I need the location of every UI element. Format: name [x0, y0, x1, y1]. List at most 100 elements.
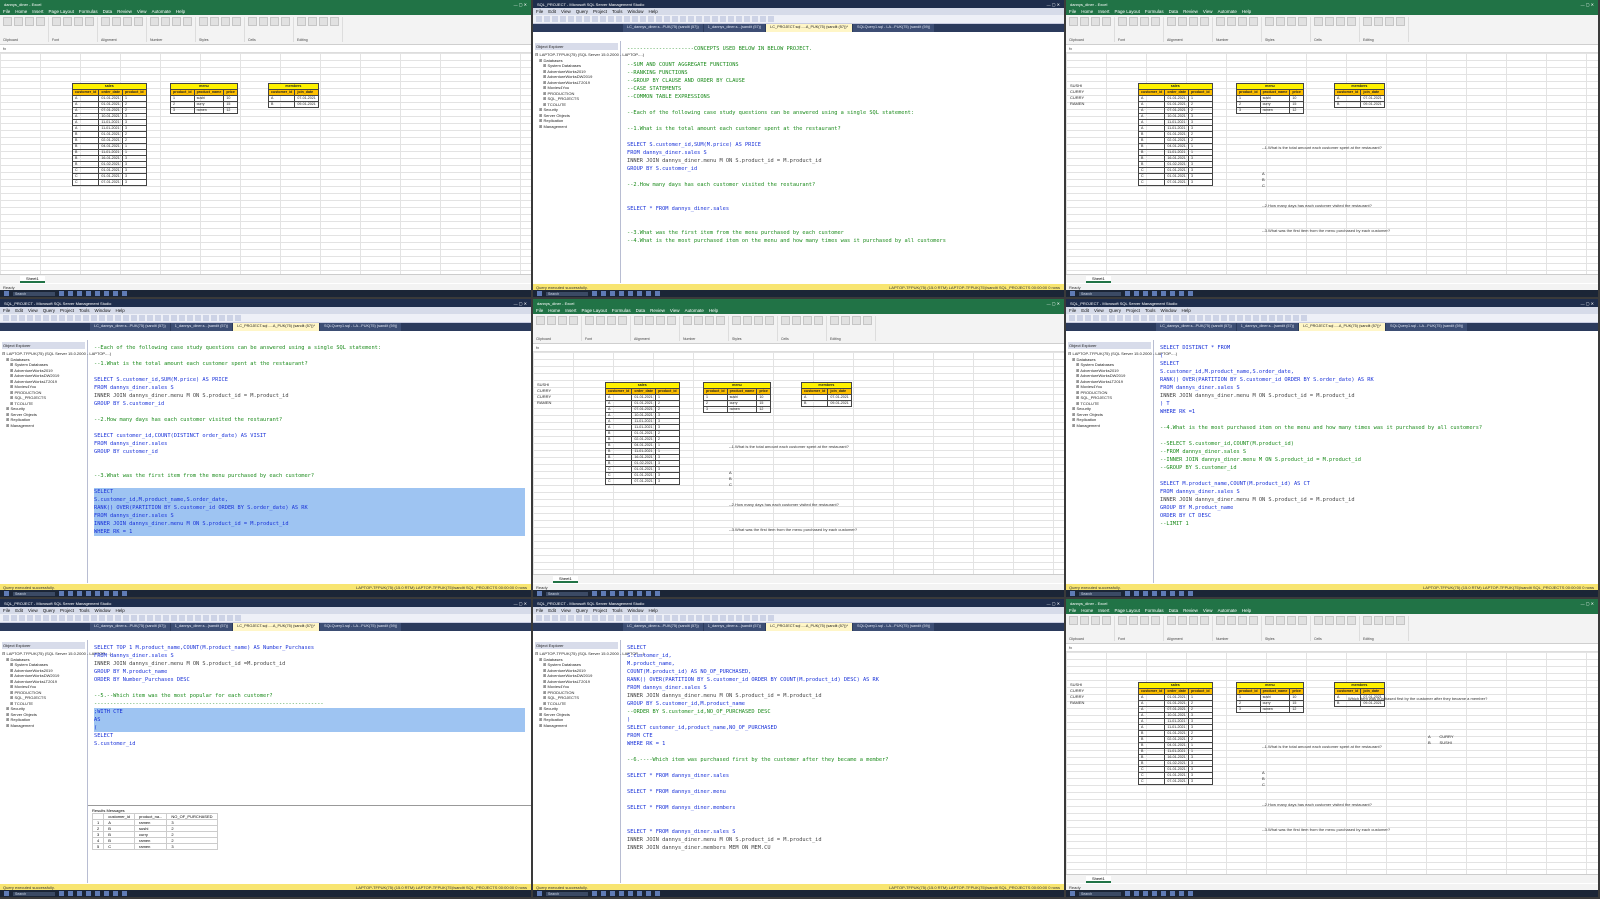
toolbar-button-icon[interactable]	[227, 315, 233, 321]
taskbar-app-icon[interactable]	[1161, 591, 1166, 596]
ribbon-button-icon[interactable]	[210, 17, 219, 26]
menu-item[interactable]: View	[561, 608, 571, 613]
ribbon-button-icon[interactable]	[1325, 17, 1334, 26]
windows-start-icon[interactable]	[4, 291, 9, 296]
ribbon-button-icon[interactable]	[1200, 616, 1209, 625]
toolbar-button-icon[interactable]	[1133, 315, 1139, 321]
editor-tab[interactable]: LC_dannys_diner.s...PUK(75) (sandit (57)…	[90, 623, 170, 631]
toolbar-button-icon[interactable]	[1229, 315, 1235, 321]
toolbar-button-icon[interactable]	[1285, 315, 1291, 321]
ribbon-button-icon[interactable]	[123, 17, 132, 26]
table-cell[interactable]: 11-01-2021	[1164, 119, 1189, 126]
toolbar-button-icon[interactable]	[688, 16, 694, 22]
toolbar-button-icon[interactable]	[752, 16, 758, 22]
ribbon-button-icon[interactable]	[1216, 17, 1225, 26]
toolbar-button-icon[interactable]	[704, 16, 710, 22]
ribbon-button-icon[interactable]	[1080, 616, 1089, 625]
taskbar-app-icon[interactable]	[1152, 591, 1157, 596]
ribbon-button-icon[interactable]	[221, 17, 230, 26]
table-cell[interactable]: 16-01-2021	[1164, 754, 1189, 761]
table-cell[interactable]: 01-01-2021	[1164, 700, 1189, 707]
table-cell[interactable]: 07-01-2021	[631, 478, 656, 485]
ribbon-button-icon[interactable]	[667, 316, 676, 325]
ribbon-button-icon[interactable]	[1189, 17, 1198, 26]
table-cell[interactable]: 11-01-2021	[98, 149, 123, 156]
menu-item[interactable]: View	[28, 608, 38, 613]
ribbon-tab[interactable]: Insert	[32, 9, 43, 14]
toolbar-button-icon[interactable]	[235, 315, 241, 321]
tree-node[interactable]: ⊞ Management	[535, 723, 618, 729]
table-cell[interactable]: 3	[1236, 107, 1261, 114]
table-cell[interactable]: 07-01-2021	[631, 406, 656, 413]
taskbar-app-icon[interactable]	[113, 891, 118, 896]
toolbar-button-icon[interactable]	[1237, 315, 1243, 321]
taskbar-app-icon[interactable]	[1188, 891, 1193, 896]
table-cell[interactable]: 04-01-2021	[98, 143, 123, 150]
toolbar-button-icon[interactable]	[131, 315, 137, 321]
table-cell[interactable]: 01-01-2021	[1164, 766, 1189, 773]
editor-tab[interactable]: SQLQuery1.sql - LA...PUK(75) (sandit (59…	[1386, 323, 1468, 331]
taskbar-app-icon[interactable]	[1161, 891, 1166, 896]
table-cell[interactable]: 09-01-2021	[294, 101, 319, 108]
taskbar-search[interactable]: Search	[546, 891, 588, 896]
table-cell[interactable]: 09-01-2021	[1360, 101, 1385, 108]
toolbar-button-icon[interactable]	[27, 615, 33, 621]
table-cell[interactable]: 11-01-2021	[98, 119, 123, 126]
taskbar-app-icon[interactable]	[113, 291, 118, 296]
taskbar-app-icon[interactable]	[122, 591, 127, 596]
table-cell[interactable]: 10-01-2021	[631, 412, 656, 419]
ribbon-button-icon[interactable]	[1140, 616, 1149, 625]
ribbon-button-icon[interactable]	[1200, 17, 1209, 26]
toolbar-button-icon[interactable]	[616, 615, 622, 621]
toolbar-button-icon[interactable]	[608, 16, 614, 22]
toolbar-button-icon[interactable]	[1301, 315, 1307, 321]
ribbon-button-icon[interactable]	[330, 17, 339, 26]
toolbar-button-icon[interactable]	[760, 16, 766, 22]
editor-tab[interactable]: LC_dannys_diner.s...PUK(75) (sandit (57)…	[623, 623, 703, 631]
taskbar-app-icon[interactable]	[1170, 591, 1175, 596]
ribbon-button-icon[interactable]	[1385, 616, 1394, 625]
table-cell[interactable]: 01-01-2021	[1164, 101, 1189, 108]
ribbon-button-icon[interactable]	[792, 316, 801, 325]
table-cell[interactable]: 3	[1187, 778, 1213, 785]
toolbar-button-icon[interactable]	[1157, 315, 1163, 321]
column-header[interactable]: order_date	[1164, 89, 1189, 96]
menu-item[interactable]: Query	[43, 608, 55, 613]
menu-item[interactable]: Edit	[548, 9, 556, 14]
toolbar-button-icon[interactable]	[1277, 315, 1283, 321]
ribbon-button-icon[interactable]	[150, 17, 159, 26]
table-cell[interactable]: 3	[170, 107, 195, 114]
toolbar-button-icon[interactable]	[1189, 315, 1195, 321]
column-header[interactable]: customer_id	[604, 388, 633, 395]
ribbon-button-icon[interactable]	[1396, 616, 1405, 625]
table-cell[interactable]: 04-01-2021	[1164, 143, 1189, 150]
menu-item[interactable]: Help	[649, 608, 658, 613]
toolbar-button-icon[interactable]	[35, 615, 41, 621]
ribbon-button-icon[interactable]	[803, 316, 812, 325]
column-header[interactable]: product_id	[1236, 688, 1261, 695]
toolbar-button-icon[interactable]	[584, 16, 590, 22]
table-cell[interactable]: 10-01-2021	[98, 113, 123, 120]
ribbon-button-icon[interactable]	[1167, 616, 1176, 625]
taskbar-app-icon[interactable]	[104, 891, 109, 896]
toolbar-button-icon[interactable]	[27, 315, 33, 321]
toolbar-button-icon[interactable]	[1149, 315, 1155, 321]
table-cell[interactable]: 01-01-2021	[1164, 694, 1189, 701]
toolbar-button-icon[interactable]	[672, 16, 678, 22]
ribbon-tab[interactable]: Insert	[1098, 9, 1109, 14]
taskbar-search[interactable]: Search	[13, 891, 55, 896]
table-cell[interactable]: 07-01-2021	[1164, 107, 1189, 114]
toolbar-button-icon[interactable]	[1261, 315, 1267, 321]
taskbar-app-icon[interactable]	[628, 891, 633, 896]
ribbon-tab[interactable]: Page Layout	[49, 9, 74, 14]
taskbar-app-icon[interactable]	[619, 291, 624, 296]
table-cell[interactable]: 07-01-2021	[98, 179, 123, 186]
toolbar-button-icon[interactable]	[608, 615, 614, 621]
toolbar-button-icon[interactable]	[171, 315, 177, 321]
table-cell[interactable]: B	[1333, 101, 1362, 108]
table-cell[interactable]: 10-01-2021	[1164, 712, 1189, 719]
taskbar-search[interactable]: Search	[1079, 891, 1121, 896]
table-cell[interactable]: 01-01-2021	[1164, 95, 1189, 102]
toolbar-button-icon[interactable]	[1093, 315, 1099, 321]
toolbar-button-icon[interactable]	[75, 615, 81, 621]
